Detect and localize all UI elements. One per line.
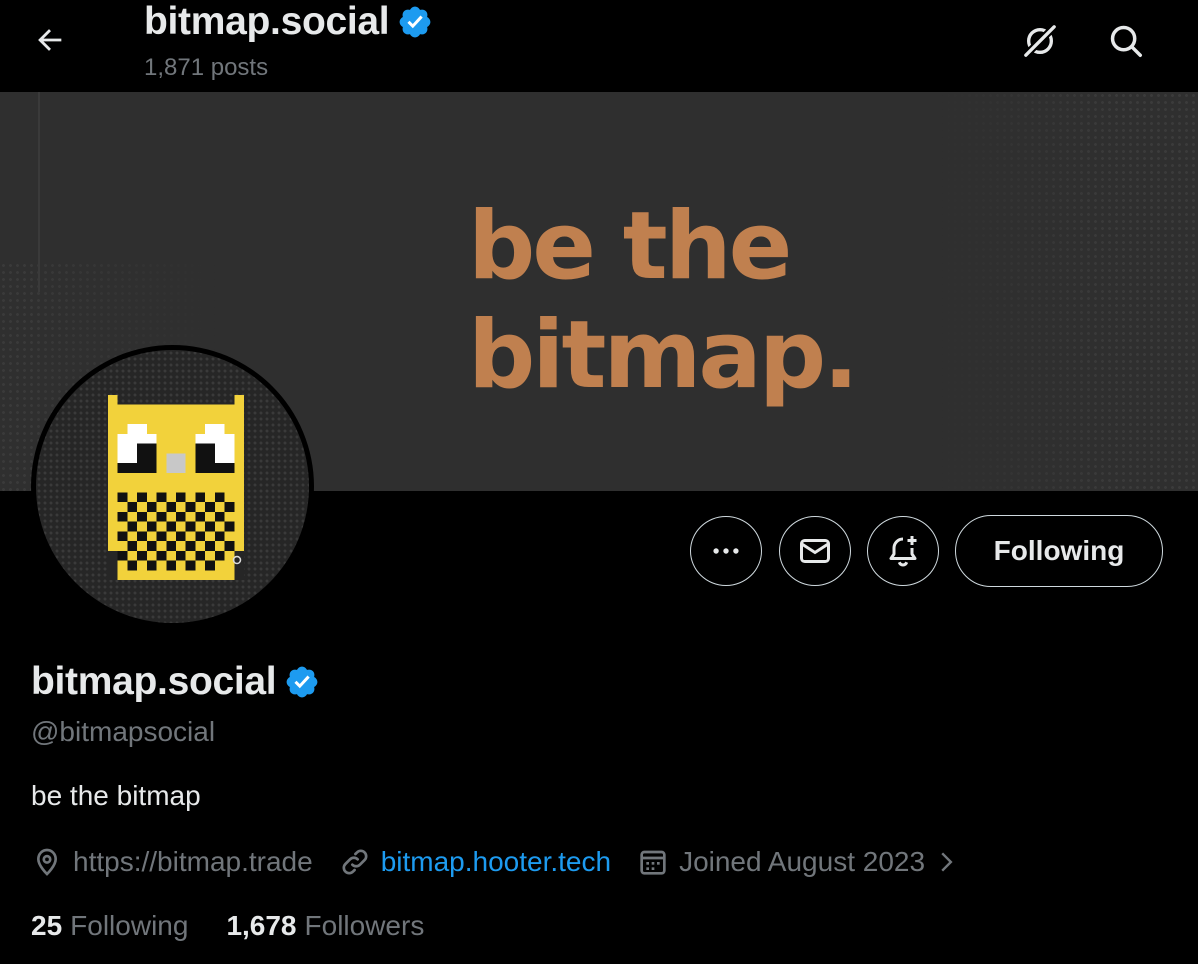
avatar-image: [36, 350, 309, 623]
joined-text: Joined August 2023: [679, 846, 926, 877]
joined-item[interactable]: Joined August 2023: [637, 846, 959, 878]
followers-stat[interactable]: 1,678 Followers: [226, 910, 424, 942]
header-title: bitmap.social: [144, 0, 433, 44]
website-link[interactable]: bitmap.hooter.tech: [381, 846, 611, 878]
message-button[interactable]: [779, 516, 851, 586]
following-stat[interactable]: 25 Following: [31, 910, 188, 942]
top-bar: bitmap.social 1,871 posts: [0, 0, 1198, 92]
more-button[interactable]: [690, 516, 762, 586]
followers-label: Followers: [304, 910, 425, 941]
profile-handle: @bitmapsocial: [31, 716, 216, 747]
link-icon: [342, 849, 368, 875]
banner-divider: [38, 92, 40, 292]
verified-badge-icon: [397, 4, 433, 40]
bell-plus-icon: [889, 536, 917, 567]
following-count: 25: [31, 910, 63, 941]
back-button[interactable]: [22, 14, 78, 66]
display-name-text: bitmap.social: [31, 660, 277, 703]
following-label: Following: [70, 910, 189, 941]
follow-stats: 25 Following 1,678 Followers: [31, 910, 462, 942]
profile-page: bitmap.social 1,871 posts be the bitmap.…: [0, 0, 1198, 964]
location-text: https://bitmap.trade: [73, 846, 313, 877]
header-title-text: bitmap.social: [144, 0, 390, 43]
small-circle-mark: [232, 555, 242, 565]
following-button[interactable]: Following: [955, 515, 1163, 587]
profile-meta: https://bitmap.trade bitmap.hooter.tech …: [31, 840, 985, 884]
search-button[interactable]: [1101, 16, 1151, 66]
grok-slash-icon: [1022, 23, 1058, 59]
location-item: https://bitmap.trade: [31, 846, 313, 878]
envelope-icon: [800, 539, 830, 563]
calendar-icon: [640, 850, 666, 875]
notify-button[interactable]: [867, 516, 939, 586]
owl-logo-icon: [107, 395, 245, 580]
grok-button[interactable]: [1015, 16, 1065, 66]
location-pin-icon: [36, 848, 58, 876]
avatar[interactable]: [31, 345, 314, 628]
followers-count: 1,678: [226, 910, 297, 941]
chevron-right-icon: [941, 852, 953, 872]
banner-tagline: be the bitmap.: [468, 192, 859, 410]
more-dots-icon: [713, 548, 739, 554]
search-icon: [1110, 25, 1142, 57]
arrow-left-icon: [38, 29, 62, 51]
website-item: bitmap.hooter.tech: [339, 846, 611, 878]
posts-count: 1,871 posts: [144, 54, 269, 81]
display-name: bitmap.social: [31, 660, 320, 704]
verified-badge-icon[interactable]: [284, 664, 320, 700]
profile-bio: be the bitmap: [31, 780, 201, 811]
